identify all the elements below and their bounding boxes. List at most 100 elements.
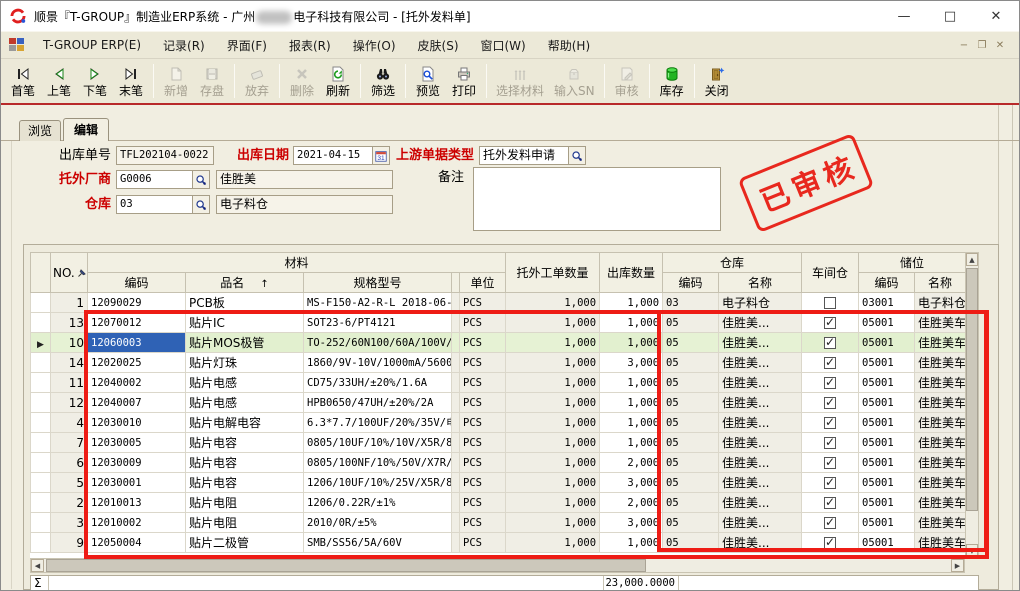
cell-loc_name[interactable]: 佳胜美车间仓 [915,533,965,553]
cell-out_qty[interactable]: 1,000 [600,413,663,433]
workshop-checkbox[interactable] [824,497,836,509]
header-narrow[interactable] [452,273,460,293]
cell-narrow[interactable] [452,493,460,513]
cell-narrow[interactable] [452,473,460,493]
table-row[interactable]: 312010002贴片电阻2010/0R/±5%PCS1,0003,00005佳… [31,513,966,533]
cell-wh_name[interactable]: 电子料仓 [719,293,802,313]
cell-loc_code[interactable]: 05001 [859,453,915,473]
cell-ind[interactable] [31,393,51,413]
cell-out_qty[interactable]: 1,000 [600,393,663,413]
cell-wh_name[interactable]: 佳胜美... [719,393,802,413]
menu-help[interactable]: 帮助(H) [537,33,601,58]
cell-no[interactable]: 1 [51,293,88,313]
menu-tgroup-erp[interactable]: T-GROUP ERP(E) [32,34,152,56]
cell-no[interactable]: 12 [51,393,88,413]
cell-name[interactable]: 贴片灯珠 [186,353,304,373]
table-row[interactable]: 912050004贴片二极管SMB/SS56/5A/60VPCS1,0001,0… [31,533,966,553]
cell-code[interactable]: 12010013 [88,493,186,513]
cell-wo_qty[interactable]: 1,000 [506,513,600,533]
cell-wh_code[interactable]: 05 [663,313,719,333]
cell-no[interactable]: 3 [51,513,88,533]
cell-unit[interactable]: PCS [460,293,506,313]
cell-ind[interactable] [31,493,51,513]
cell-name[interactable]: 贴片电容 [186,433,304,453]
cell-unit[interactable]: PCS [460,373,506,393]
cell-spec[interactable]: SMB/SS56/5A/60V [304,533,452,553]
cell-ind[interactable] [31,353,51,373]
cell-no[interactable]: 10 [51,333,88,353]
menu-window[interactable]: 窗口(W) [470,33,537,58]
cell-wh_name[interactable]: 佳胜美... [719,533,802,553]
scrollbar-thumb[interactable] [46,559,646,572]
header-loc-name[interactable]: 名称 [915,273,965,293]
cell-out_qty[interactable]: 1,000 [600,313,663,333]
cell-loc_name[interactable]: 佳胜美车间仓 [915,473,965,493]
cell-out_qty[interactable]: 1,000 [600,373,663,393]
out-date-field[interactable]: 2021-04-15 [293,146,373,165]
cell-out_qty[interactable]: 3,000 [600,513,663,533]
cell-ind[interactable] [31,433,51,453]
cell-code[interactable]: 12030010 [88,413,186,433]
cell-spec[interactable]: CD75/33UH/±20%/1.6A [304,373,452,393]
scroll-up-button[interactable]: ▲ [966,253,978,266]
cell-name[interactable]: 贴片IC [186,313,304,333]
cell-ind[interactable] [31,313,51,333]
cell-loc_code[interactable]: 05001 [859,513,915,533]
cell-ind[interactable] [31,533,51,553]
cell-ind[interactable] [31,473,51,493]
header-wh-name[interactable]: 名称 [719,273,802,293]
header-spec[interactable]: 规格型号 [304,273,452,293]
cell-narrow[interactable] [452,333,460,353]
scroll-down-button[interactable]: ▼ [966,544,978,557]
cell-loc_code[interactable]: 05001 [859,393,915,413]
workshop-checkbox[interactable] [824,517,836,529]
cell-out_qty[interactable]: 2,000 [600,493,663,513]
cell-wo_qty[interactable]: 1,000 [506,413,600,433]
cell-workshop[interactable] [802,313,859,333]
cell-name[interactable]: 贴片电容 [186,473,304,493]
toolbar-preview-button[interactable]: 预览 [410,61,446,101]
cell-spec[interactable]: MS-F150-A2-R-L 2018-06-04/铝基... [304,293,452,313]
header-out-qty[interactable]: 出库数量 [600,253,663,293]
workshop-checkbox[interactable] [824,477,836,489]
toolbar-prev-button[interactable]: 上笔 [41,61,77,101]
table-row[interactable]: 1112040002贴片电感CD75/33UH/±20%/1.6APCS1,00… [31,373,966,393]
close-button[interactable]: ✕ [973,1,1019,31]
cell-unit[interactable]: PCS [460,313,506,333]
order-no-field[interactable]: TFL202104-0022 [116,146,214,165]
cell-narrow[interactable] [452,313,460,333]
header-name[interactable]: 品名↑ [186,273,304,293]
toolbar-close-button[interactable]: 关闭 [699,61,735,101]
cell-ind[interactable] [31,413,51,433]
cell-spec[interactable]: 2010/0R/±5% [304,513,452,533]
cell-loc_name[interactable]: 佳胜美车间仓 [915,313,965,333]
cell-wh_code[interactable]: 05 [663,393,719,413]
table-row[interactable]: 1312070012贴片ICSOT23-6/PT4121PCS1,0001,00… [31,313,966,333]
cell-spec[interactable]: 0805/100NF/10%/50V/X7R/105℃ [304,453,452,473]
cell-unit[interactable]: PCS [460,493,506,513]
cell-wh_name[interactable]: 佳胜美... [719,313,802,333]
cell-workshop[interactable] [802,373,859,393]
cell-wh_name[interactable]: 佳胜美... [719,333,802,353]
menu-report[interactable]: 报表(R) [278,33,342,58]
cell-wo_qty[interactable]: 1,000 [506,493,600,513]
cell-workshop[interactable] [802,293,859,313]
toolbar-audit-button[interactable]: 审核 [609,61,645,101]
header-wo-qty[interactable]: 托外工单数量 [506,253,600,293]
cell-wh_name[interactable]: 佳胜美... [719,453,802,473]
cell-unit[interactable]: PCS [460,413,506,433]
cell-workshop[interactable] [802,333,859,353]
cell-unit[interactable]: PCS [460,333,506,353]
cell-wo_qty[interactable]: 1,000 [506,393,600,413]
cell-wh_name[interactable]: 佳胜美... [719,413,802,433]
cell-spec[interactable]: 1206/0.22R/±1% [304,493,452,513]
cell-no[interactable]: 2 [51,493,88,513]
cell-wh_name[interactable]: 佳胜美... [719,433,802,453]
cell-wh_code[interactable]: 05 [663,533,719,553]
workshop-checkbox[interactable] [824,537,836,549]
cell-spec[interactable]: HPB0650/47UH/±20%/2A [304,393,452,413]
cell-loc_code[interactable]: 05001 [859,533,915,553]
menu-skin[interactable]: 皮肤(S) [407,33,470,58]
header-no[interactable]: NO. [51,253,88,293]
cell-wo_qty[interactable]: 1,000 [506,293,600,313]
